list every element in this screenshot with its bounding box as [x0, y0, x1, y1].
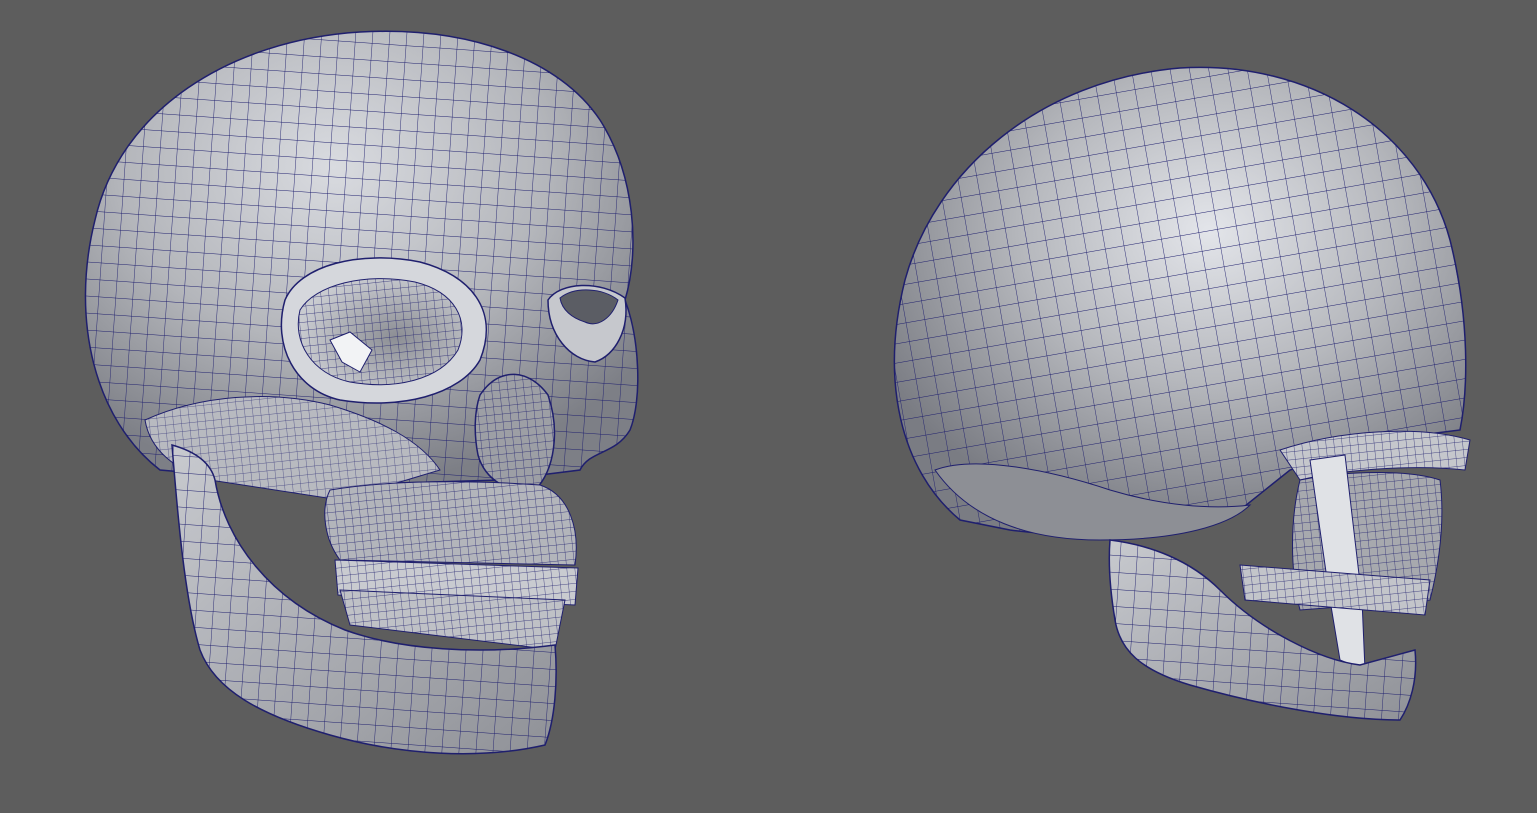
3d-viewport[interactable]: [0, 0, 1537, 813]
eye-socket-left: [280, 257, 487, 404]
viewport-canvas[interactable]: [0, 0, 1537, 813]
skull-front-three-quarter-view[interactable]: [84, 30, 639, 755]
nasal-cavity: [474, 373, 556, 492]
skull-rear-three-quarter-view[interactable]: [893, 66, 1471, 721]
